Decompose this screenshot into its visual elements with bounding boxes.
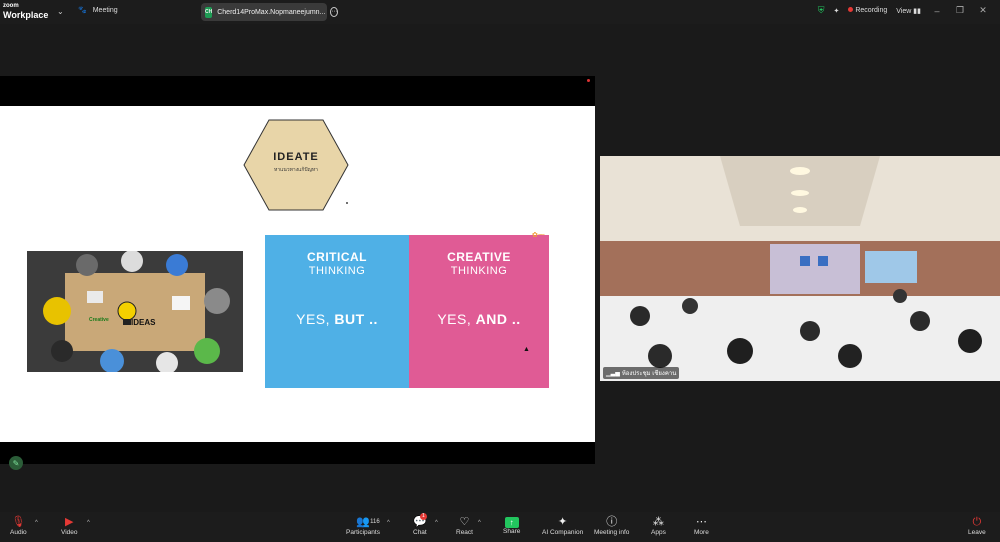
recording-label: Recording	[855, 7, 888, 14]
people-icon: 👥 116	[356, 516, 380, 528]
audio-options-caret-icon[interactable]: ^	[35, 520, 38, 526]
title-bar: zoom Workplace ⌄ 🐾 Meeting CH Cherd14Pro…	[0, 0, 1000, 24]
apps-label: Apps	[651, 529, 666, 536]
leave-icon: ⏻	[972, 516, 982, 528]
chevron-down-icon[interactable]: ⌄	[57, 7, 64, 16]
critical-phrase: YES, BUT ..	[296, 311, 378, 327]
leave-label: Leave	[968, 529, 986, 536]
view-button[interactable]: View ▮▮	[896, 7, 921, 15]
creative-phrase-a: YES,	[437, 311, 476, 327]
presentation-slide: IDEATE หาแนวทางแก้ปัญหา IDEAS Creative C…	[0, 106, 595, 442]
creative-phrase: YES, AND ..	[437, 311, 520, 327]
top-right-controls: ⛨ ✦ Recording View ▮▮ – ❐ ✕	[818, 5, 990, 16]
creative-subtitle: THINKING	[450, 265, 508, 277]
more-button[interactable]: ⋯ More	[694, 516, 709, 536]
meeting-menu[interactable]: 🐾 Meeting	[78, 6, 118, 15]
view-layout-icon: ▮▮	[913, 7, 921, 15]
share-screen-icon: ↑	[504, 517, 519, 528]
leave-button[interactable]: ⏻ Leave	[968, 516, 986, 536]
close-icon[interactable]: ✕	[976, 5, 990, 16]
conference-room-image	[600, 156, 1000, 381]
zoom-logo: zoom Workplace	[3, 2, 48, 20]
ideas-photo: IDEAS Creative	[27, 251, 243, 372]
mic-muted-icon: 🎙	[11, 516, 26, 528]
creative-title: CREATIVE	[447, 250, 511, 264]
react-caret-icon[interactable]: ^	[478, 520, 481, 526]
meeting-toolbar: 🎙 Audio ^ ▶ Video ^ 👥 116 Participants ^ …	[0, 512, 1000, 542]
meeting-stage: IDEATE หาแนวทางแก้ปัญหา IDEAS Creative C…	[0, 24, 1000, 512]
participant-name: ห้องประชุม เชียงคาน	[621, 371, 677, 377]
creative-phrase-b: AND ..	[475, 311, 521, 327]
share-dot	[587, 79, 590, 82]
chat-caret-icon[interactable]: ^	[435, 520, 438, 526]
sharing-indicator[interactable]: CH Cherd14ProMax.Nopmaneejumn... ⋯	[201, 3, 339, 21]
participants-caret-icon[interactable]: ^	[387, 520, 390, 526]
react-button[interactable]: ♡ React	[456, 516, 473, 536]
paw-icon: 🐾	[78, 7, 87, 14]
sharer-avatar: CH	[205, 6, 213, 18]
critical-subtitle: THINKING	[308, 265, 366, 277]
critical-phrase-a: YES,	[296, 311, 335, 327]
sparkle-icon[interactable]: ✦	[833, 7, 839, 15]
restore-icon[interactable]: ❐	[953, 5, 967, 16]
ai-sparkle-icon: ✦	[557, 516, 568, 528]
meeting-label: Meeting	[92, 6, 118, 14]
ai-companion-label: AI Companion	[542, 529, 584, 536]
shield-check-icon[interactable]: ⛨	[818, 5, 825, 16]
meeting-info-button[interactable]: ⓘ Meeting info	[594, 516, 629, 536]
mouse-cursor-icon: ▲	[523, 346, 530, 353]
screen-share-area: IDEATE หาแนวทางแก้ปัญหา IDEAS Creative C…	[0, 76, 595, 464]
ideate-hexagon	[243, 119, 349, 211]
share-label: Share	[503, 528, 521, 535]
minimize-icon[interactable]: –	[930, 6, 944, 16]
participant-video[interactable]: ▁▃▅ ห้องประชุม เชียงคาน	[600, 156, 1000, 381]
participants-button[interactable]: 👥 116 Participants	[346, 516, 380, 536]
critical-thinking-panel: CRITICAL THINKING YES, BUT ..	[265, 235, 409, 388]
creative-thinking-panel: CREATIVE THINKING YES, AND ..	[409, 235, 549, 388]
slide-dot	[346, 202, 348, 204]
ideas-illustration	[27, 251, 243, 372]
ideate-subtitle: หาแนวทางแก้ปัญหา	[274, 167, 318, 173]
view-label: View	[896, 7, 912, 15]
critical-phrase-b: BUT ..	[334, 311, 378, 327]
video-label: Video	[61, 529, 78, 536]
creative-text: Creative	[89, 317, 109, 323]
brand-bottom: Workplace	[3, 10, 49, 20]
more-dots-icon: ⋯	[695, 516, 707, 528]
ideas-text: IDEAS	[131, 318, 156, 327]
video-button[interactable]: ▶ Video	[61, 516, 78, 536]
video-off-icon: ▶	[65, 516, 74, 528]
audio-button[interactable]: 🎙 Audio	[10, 516, 27, 536]
participants-count: 116	[370, 519, 380, 525]
heart-icon: ♡	[459, 516, 470, 528]
more-label: More	[694, 529, 709, 536]
react-label: React	[456, 529, 473, 536]
share-button[interactable]: ↑ Share	[503, 516, 520, 535]
chat-label: Chat	[413, 529, 427, 536]
participant-name-tag: ▁▃▅ ห้องประชุม เชียงคาน	[603, 367, 680, 379]
meeting-info-label: Meeting info	[594, 529, 630, 536]
ai-companion-button[interactable]: ✦ AI Companion	[542, 516, 583, 536]
chat-icon: 💬 1	[413, 513, 427, 528]
chat-badge: 1	[420, 513, 427, 520]
info-icon: ⓘ	[606, 516, 618, 528]
more-options-icon[interactable]: ⋯	[330, 7, 339, 17]
apps-button[interactable]: ⁂ Apps	[651, 516, 666, 536]
chat-button[interactable]: 💬 1 Chat	[413, 513, 427, 536]
video-options-caret-icon[interactable]: ^	[87, 520, 90, 526]
apps-icon: ⁂	[652, 516, 664, 528]
audio-label: Audio	[10, 529, 27, 536]
signal-bars-icon: ▁▃▅	[606, 370, 620, 377]
sharer-name: Cherd14ProMax.Nopmaneejumn...	[217, 8, 326, 16]
recording-indicator[interactable]: Recording	[848, 7, 887, 14]
slide-logo-icon: ✿⁓	[532, 232, 545, 239]
record-dot-icon	[848, 7, 854, 12]
participants-label: Participants	[346, 529, 380, 536]
critical-title: CRITICAL	[307, 250, 367, 264]
ideate-title: IDEATE	[273, 151, 319, 163]
annotate-pencil-icon[interactable]: ✎	[9, 456, 23, 470]
